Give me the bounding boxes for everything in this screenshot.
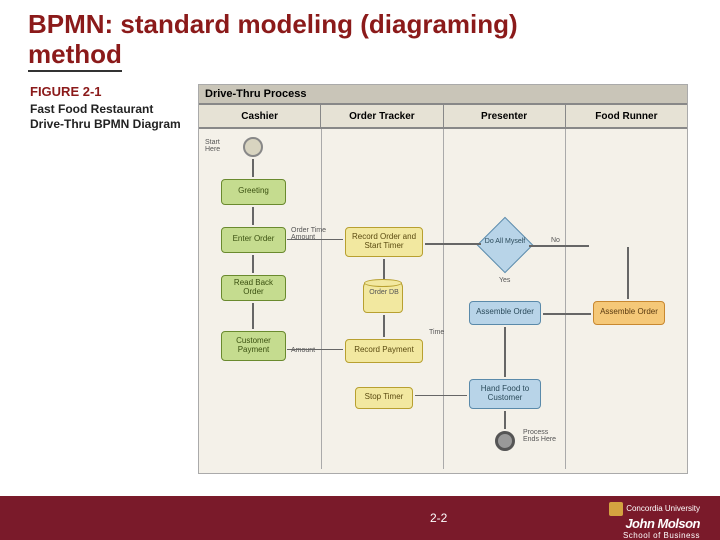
lane-div-3 bbox=[565, 129, 566, 469]
start-label: Start Here bbox=[205, 139, 235, 153]
gateway-decision bbox=[477, 216, 534, 273]
task-hand-food: Hand Food to Customer bbox=[469, 379, 541, 409]
bpmn-diagram: Drive-Thru Process Cashier Order Tracker… bbox=[198, 84, 688, 474]
lane-runner: Food Runner bbox=[566, 105, 687, 127]
task-payment: Customer Payment bbox=[221, 331, 286, 361]
swimlanes: Start Here Greeting Enter Order Read Bac… bbox=[199, 129, 687, 469]
lbl-time: Time bbox=[429, 329, 444, 336]
lane-div-1 bbox=[321, 129, 322, 469]
arrow bbox=[383, 315, 385, 337]
content-area: FIGURE 2-1 Fast Food Restaurant Drive-Th… bbox=[0, 76, 720, 82]
end-label: Process Ends Here bbox=[523, 429, 563, 443]
task-greeting: Greeting bbox=[221, 179, 286, 205]
logo-block: Concordia University John Molson School … bbox=[609, 502, 700, 540]
task-enter-order: Enter Order bbox=[221, 227, 286, 253]
figure-number: FIGURE 2-1 bbox=[30, 84, 190, 99]
arrow bbox=[504, 327, 506, 377]
arrow bbox=[252, 159, 254, 177]
task-assemble-r: Assemble Order bbox=[593, 301, 665, 325]
arrow bbox=[504, 411, 506, 429]
arrow bbox=[383, 259, 385, 279]
lane-div-2 bbox=[443, 129, 444, 469]
figure-caption: Fast Food Restaurant Drive-Thru BPMN Dia… bbox=[30, 102, 190, 132]
slide-title: BPMN: standard modeling (diagraming) met… bbox=[0, 0, 720, 76]
arrow bbox=[287, 239, 343, 240]
db-label: Order DB bbox=[369, 289, 399, 296]
task-record-payment: Record Payment bbox=[345, 339, 423, 363]
lane-presenter: Presenter bbox=[444, 105, 566, 127]
logo-main: John Molson bbox=[609, 516, 700, 531]
end-event bbox=[495, 431, 515, 451]
lbl-yes: Yes bbox=[499, 277, 510, 284]
arrow bbox=[627, 247, 629, 299]
title-text-l2: method bbox=[28, 40, 122, 72]
logo-icon bbox=[609, 502, 623, 516]
arrow bbox=[529, 245, 589, 247]
figure-label: FIGURE 2-1 Fast Food Restaurant Drive-Th… bbox=[30, 84, 190, 132]
pool-header: Drive-Thru Process bbox=[199, 85, 687, 105]
footer-bar: 2-2 Concordia University John Molson Sch… bbox=[0, 496, 720, 540]
arrow bbox=[252, 303, 254, 329]
lane-headers: Cashier Order Tracker Presenter Food Run… bbox=[199, 105, 687, 129]
page-number: 2-2 bbox=[430, 511, 447, 525]
gateway-label: Do All Myself bbox=[480, 238, 530, 245]
logo-university: Concordia University bbox=[609, 502, 700, 516]
arrow bbox=[287, 349, 343, 350]
task-read-back: Read Back Order bbox=[221, 275, 286, 301]
lbl-no: No bbox=[551, 237, 560, 244]
arrow bbox=[415, 395, 467, 396]
start-event bbox=[243, 137, 263, 157]
task-record-order: Record Order and Start Timer bbox=[345, 227, 423, 257]
task-stop-timer: Stop Timer bbox=[355, 387, 413, 409]
arrow bbox=[543, 313, 591, 315]
title-text-l1: BPMN: standard modeling (diagraming) bbox=[28, 9, 518, 39]
lane-cashier: Cashier bbox=[199, 105, 321, 127]
task-assemble-p: Assemble Order bbox=[469, 301, 541, 325]
lane-tracker: Order Tracker bbox=[321, 105, 443, 127]
arrow bbox=[425, 243, 481, 245]
order-db bbox=[363, 281, 403, 313]
logo-sub: School of Business bbox=[609, 531, 700, 540]
arrow bbox=[252, 255, 254, 273]
arrow bbox=[252, 207, 254, 225]
